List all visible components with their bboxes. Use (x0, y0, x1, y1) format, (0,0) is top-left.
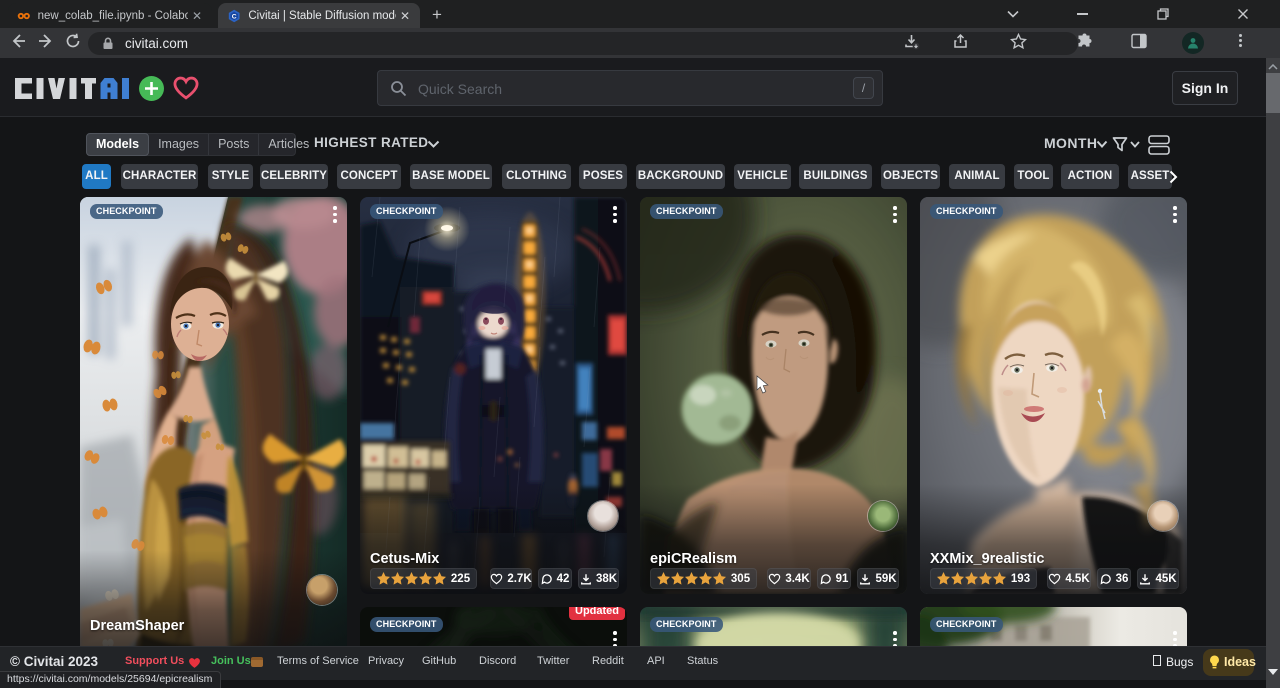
svg-text:C: C (232, 13, 237, 20)
